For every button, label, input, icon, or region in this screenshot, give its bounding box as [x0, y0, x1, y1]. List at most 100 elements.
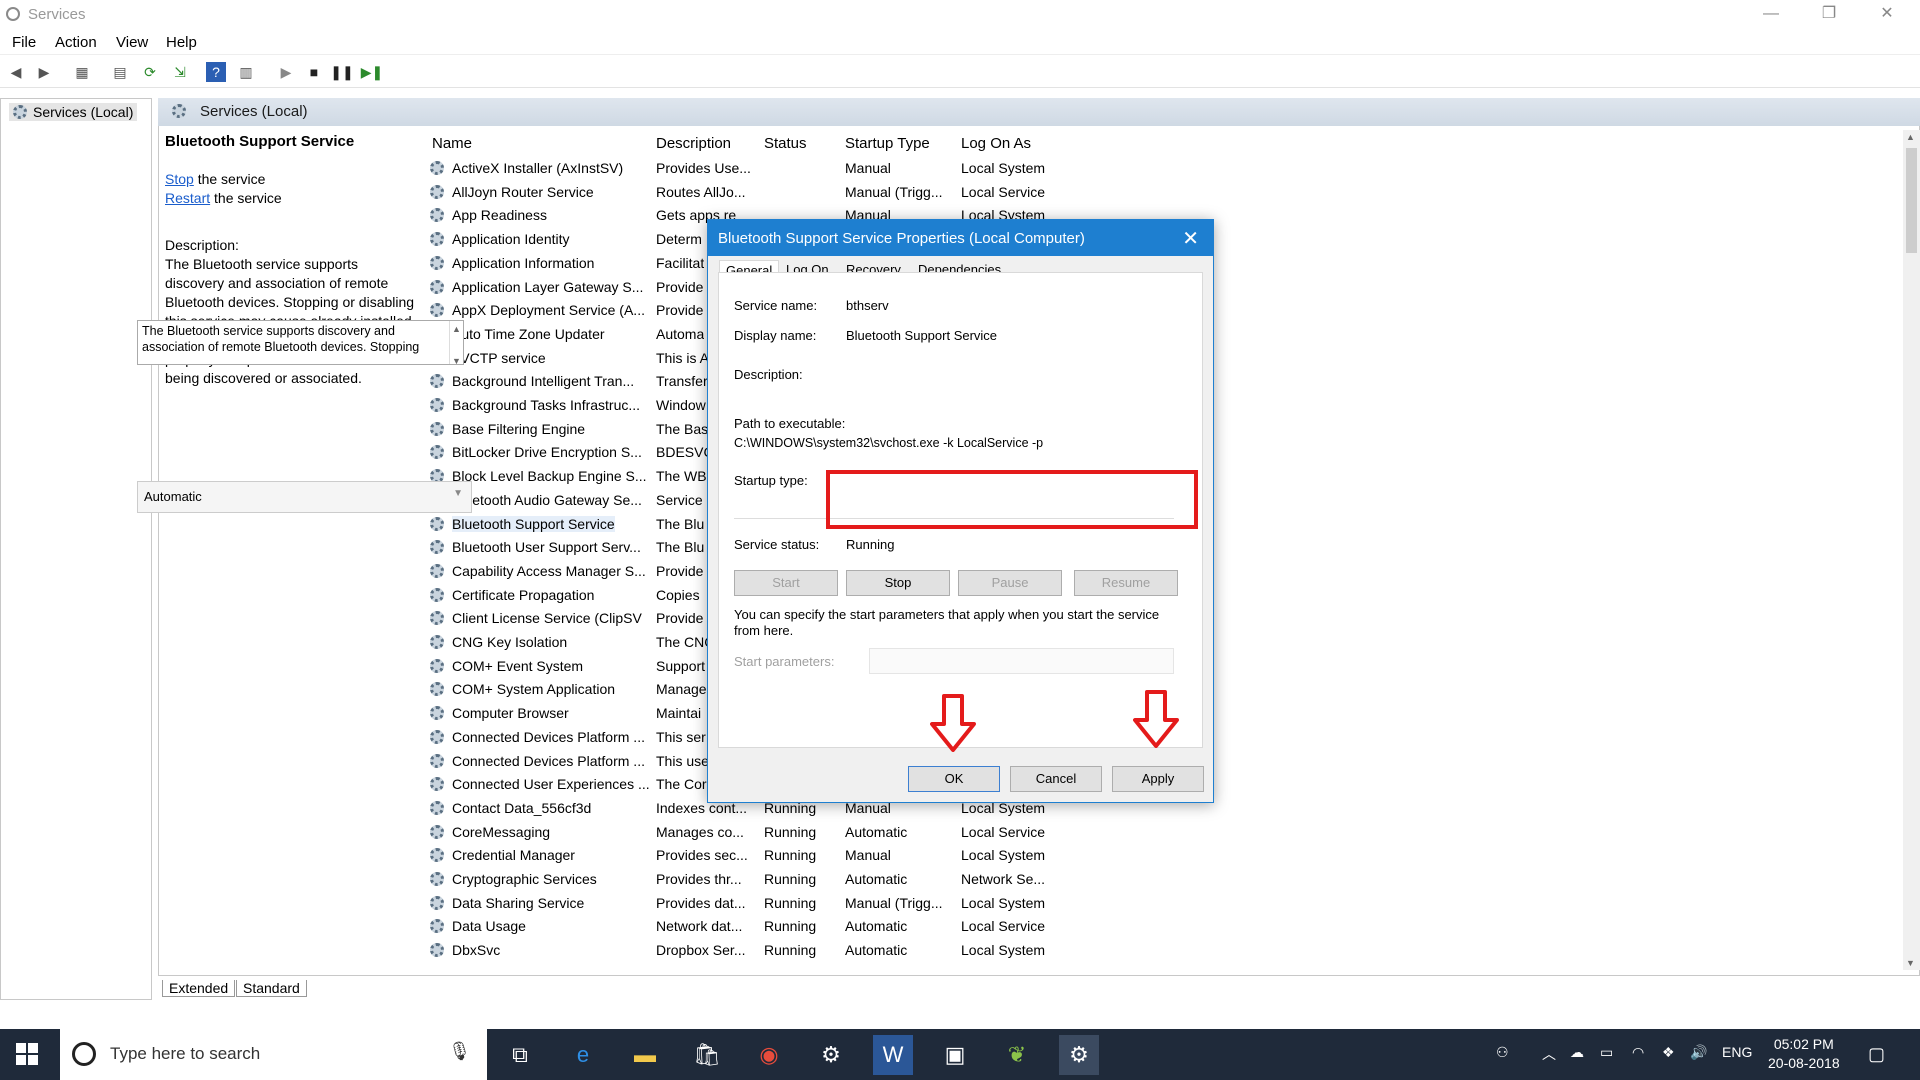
wifi-icon[interactable]: ◠ — [1632, 1044, 1644, 1061]
cell-name: Certificate Propagation — [452, 586, 595, 603]
forward-icon[interactable]: ▶ — [34, 62, 54, 82]
vertical-scrollbar[interactable]: ▲ ▼ — [1903, 130, 1920, 970]
cell-name: Base Filtering Engine — [452, 420, 586, 437]
restart-service-icon[interactable]: ▶❚ — [361, 62, 384, 82]
refresh-icon[interactable]: ⟳ — [140, 62, 160, 82]
dropbox-icon[interactable]: ❖ — [1662, 1044, 1675, 1061]
description-scrollbar[interactable]: ▲ ▼ — [449, 321, 463, 364]
battery-icon[interactable]: ▭ — [1600, 1044, 1613, 1061]
cell-name: App Readiness — [452, 207, 547, 224]
clock[interactable]: 05:02 PM 20-08-2018 — [1768, 1035, 1840, 1073]
close-button[interactable]: ✕ — [1864, 0, 1910, 30]
table-row[interactable]: Cryptographic Services Provides thr... Run… — [0, 868, 1045, 892]
column-description[interactable]: Description — [656, 135, 731, 152]
column-startup-type[interactable]: Startup Type — [845, 135, 930, 152]
maximize-button[interactable]: ❐ — [1806, 0, 1852, 30]
app-icon[interactable]: ▣ — [935, 1035, 975, 1075]
path-label: Path to executable: — [734, 416, 846, 431]
cell-desc: Support — [656, 657, 706, 674]
menu-action[interactable]: Action — [55, 34, 97, 51]
start-params-input[interactable] — [869, 648, 1174, 674]
cell-desc: The Blu — [656, 539, 705, 556]
column-status[interactable]: Status — [764, 135, 807, 152]
store-icon[interactable]: 🛍 — [687, 1035, 727, 1075]
table-row[interactable]: Credential Manager Provides sec... Running… — [0, 844, 1045, 868]
description-textbox[interactable]: The Bluetooth service supports discovery… — [137, 320, 464, 365]
back-icon[interactable]: ◀ — [6, 62, 26, 82]
cancel-button[interactable]: Cancel — [1010, 766, 1102, 792]
action-center-icon[interactable]: ▢ — [1868, 1044, 1885, 1065]
edge-icon[interactable]: e — [563, 1035, 603, 1075]
language-indicator[interactable]: ENG — [1722, 1044, 1752, 1060]
properties-list-icon[interactable]: ▤ — [110, 62, 130, 82]
cell-status: Running — [764, 847, 817, 864]
show-hide-icon[interactable]: ▥ — [236, 62, 256, 82]
console-tree-icon[interactable]: ▦ — [72, 62, 92, 82]
services-taskbar-icon[interactable]: ⚙ — [1059, 1035, 1099, 1075]
stop-button[interactable]: Stop — [846, 570, 950, 596]
pause-button[interactable]: Pause — [958, 570, 1062, 596]
cell-startup: Automatic — [845, 942, 908, 959]
settings-icon[interactable]: ⚙ — [811, 1035, 851, 1075]
table-row[interactable]: AllJoyn Router Service Routes AllJo... Man… — [0, 181, 1045, 205]
start-button[interactable]: Start — [734, 570, 838, 596]
scroll-down-icon[interactable]: ▼ — [1906, 958, 1915, 968]
table-row[interactable]: DbxSvc Dropbox Ser... Running Automatic Loca… — [0, 939, 1045, 963]
cell-name: Auto Time Zone Updater — [452, 325, 605, 342]
scroll-up-icon[interactable]: ▲ — [1906, 132, 1915, 142]
table-row[interactable]: ActiveX Installer (AxInstSV) Provides Use… — [0, 157, 1045, 181]
cortana-icon[interactable] — [72, 1042, 96, 1066]
cell-logon: Local Service — [961, 918, 1046, 935]
apply-button[interactable]: Apply — [1112, 766, 1204, 792]
tab-extended[interactable]: Extended — [162, 980, 236, 997]
service-gear-icon — [430, 516, 444, 531]
table-row[interactable]: Data Sharing Service Provides dat... Runni… — [0, 892, 1045, 916]
minimize-button[interactable]: — — [1748, 0, 1794, 30]
cell-desc: Provide — [656, 610, 704, 627]
cell-startup: Automatic — [845, 871, 908, 887]
volume-icon[interactable]: 🔊 — [1690, 1044, 1707, 1061]
column-log-on-as[interactable]: Log On As — [961, 135, 1031, 152]
dialog-title-bar: Bluetooth Support Service Properties (Lo… — [708, 220, 1213, 256]
people-icon[interactable]: ⚇ — [1496, 1044, 1509, 1061]
service-gear-icon — [430, 848, 444, 863]
file-explorer-icon[interactable]: ▬ — [625, 1035, 665, 1075]
tree-node-services-local[interactable]: Services (Local) — [9, 103, 138, 121]
taskbar-search[interactable]: Type here to search 🎙 — [60, 1029, 487, 1080]
stop-service-icon[interactable]: ■ — [304, 62, 324, 82]
cell-name: Application Information — [452, 254, 595, 271]
app-icon-2[interactable]: ❦ — [997, 1035, 1037, 1075]
cell-desc: Provide — [656, 302, 704, 319]
chrome-icon[interactable]: ◉ — [749, 1035, 789, 1075]
menu-view[interactable]: View — [116, 34, 148, 51]
microphone-icon[interactable]: 🎙 — [448, 1041, 471, 1062]
services-app-icon — [6, 7, 20, 21]
service-gear-icon — [430, 635, 444, 649]
tab-standard[interactable]: Standard — [236, 980, 307, 997]
toolbar: ◀ ▶ ▦ ▤ ⟳ ⇲ ? ▥ ▶ ■ ❚❚ ▶❚ — [0, 56, 1920, 88]
windows-start-icon[interactable] — [16, 1043, 38, 1065]
pause-service-icon[interactable]: ❚❚ — [330, 62, 353, 82]
show-hidden-icons[interactable]: ︿ — [1542, 1044, 1556, 1064]
start-service-icon[interactable]: ▶ — [276, 62, 296, 82]
menu-help[interactable]: Help — [166, 34, 197, 51]
startup-type-select[interactable]: Automatic ▼ — [137, 481, 472, 513]
task-view-icon[interactable]: ⧉ — [500, 1035, 540, 1075]
ok-button[interactable]: OK — [908, 766, 1000, 792]
table-row[interactable]: Data Usage Network dat... Running Automatic… — [0, 915, 1045, 939]
service-gear-icon — [430, 421, 444, 436]
cell-name: Client License Service (ClipSV — [452, 610, 642, 627]
dialog-close-icon[interactable]: ✕ — [1182, 226, 1199, 251]
help-icon[interactable]: ? — [206, 62, 226, 82]
table-row[interactable]: CoreMessaging Manages co... Running Automat… — [0, 821, 1045, 845]
onedrive-icon[interactable]: ☁ — [1570, 1044, 1584, 1061]
word-icon[interactable]: W — [873, 1035, 913, 1075]
scrollbar-thumb[interactable] — [1906, 148, 1917, 253]
export-list-icon[interactable]: ⇲ — [170, 62, 190, 82]
cell-desc: This use — [656, 752, 709, 769]
resume-button[interactable]: Resume — [1074, 570, 1178, 596]
cell-name: ActiveX Installer (AxInstSV) — [452, 160, 624, 176]
cell-startup: Automatic — [845, 823, 908, 840]
column-name[interactable]: Name — [432, 135, 472, 152]
menu-file[interactable]: File — [12, 34, 36, 51]
